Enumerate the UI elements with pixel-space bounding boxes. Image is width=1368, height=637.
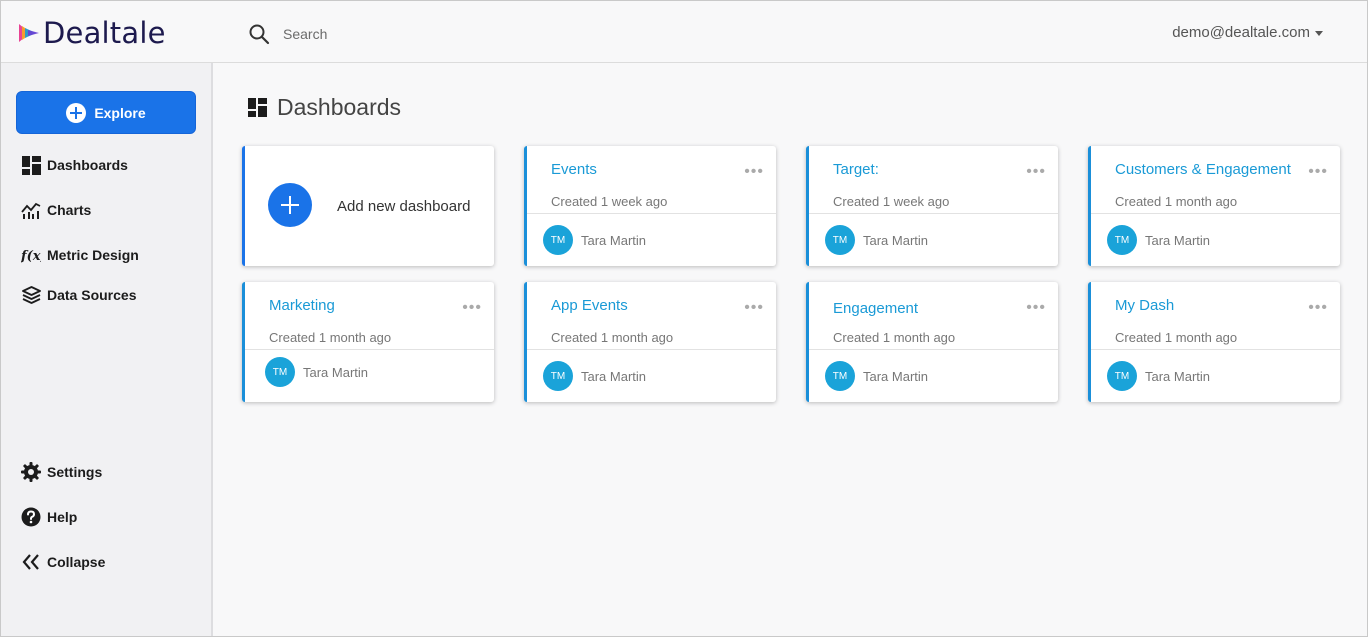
- avatar: TM: [543, 225, 573, 255]
- add-dashboard-card[interactable]: Add new dashboard: [242, 146, 494, 266]
- dashboard-title[interactable]: Events: [551, 161, 597, 178]
- svg-text:f(x): f(x): [21, 249, 41, 264]
- created-date: Created 1 week ago: [833, 194, 950, 209]
- owner-name: Tara Martin: [1145, 232, 1211, 248]
- help-icon: [21, 507, 41, 527]
- created-date: Created 1 month ago: [1115, 194, 1238, 209]
- top-bar: Dealtale demo@dealtale.com: [1, 1, 1367, 63]
- avatar: TM: [825, 361, 855, 391]
- avatar: TM: [1107, 361, 1137, 391]
- gear-icon: [21, 462, 41, 482]
- explore-label: Explore: [94, 104, 146, 121]
- card-owner: TM Tara Martin: [1107, 361, 1210, 391]
- card-owner: TM Tara Martin: [825, 361, 928, 391]
- sidebar-item-help[interactable]: Help: [21, 506, 77, 528]
- owner-name: Tara Martin: [1145, 368, 1211, 384]
- user-email: demo@dealtale.com: [1172, 24, 1310, 41]
- card-divider: [809, 349, 1058, 350]
- more-options-icon[interactable]: •••: [1026, 300, 1046, 316]
- sidebar-item-metric-design[interactable]: f(x) Metric Design: [21, 244, 139, 266]
- dashboard-icon: [21, 155, 41, 175]
- dashboard-card[interactable]: Engagement ••• Created 1 month ago TM Ta…: [806, 282, 1058, 402]
- chart-icon: [21, 200, 41, 220]
- add-circle-icon[interactable]: [268, 183, 312, 227]
- plus-circle-icon: [66, 102, 87, 123]
- sidebar-item-label: Settings: [47, 464, 103, 480]
- card-owner: TM Tara Martin: [825, 225, 928, 255]
- more-options-icon[interactable]: •••: [1308, 300, 1328, 316]
- sidebar-item-label: Metric Design: [47, 247, 139, 263]
- sidebar-item-collapse[interactable]: Collapse: [21, 551, 105, 573]
- logo-mark-icon: [19, 24, 39, 42]
- more-options-icon[interactable]: •••: [462, 300, 482, 316]
- caret-down-icon: [1315, 30, 1323, 36]
- dashboard-title[interactable]: Marketing: [269, 297, 335, 314]
- card-divider: [527, 349, 776, 350]
- double-chevron-left-icon: [21, 552, 41, 572]
- dashboard-title[interactable]: Customers & Engagement: [1115, 161, 1291, 178]
- card-owner: TM Tara Martin: [265, 357, 368, 387]
- avatar: TM: [1107, 225, 1137, 255]
- sidebar-item-label: Help: [47, 509, 78, 525]
- card-owner: TM Tara Martin: [1107, 225, 1210, 255]
- dashboard-card[interactable]: Marketing ••• Created 1 month ago TM Tar…: [242, 282, 494, 402]
- dashboard-title[interactable]: App Events: [551, 297, 628, 314]
- dashboard-card[interactable]: Customers & Engagement ••• Created 1 mon…: [1088, 146, 1340, 266]
- created-date: Created 1 month ago: [269, 330, 392, 345]
- avatar: TM: [265, 357, 295, 387]
- layers-icon: [21, 285, 41, 305]
- dashboard-card[interactable]: Events ••• Created 1 week ago TM Tara Ma…: [524, 146, 776, 266]
- owner-name: Tara Martin: [863, 368, 929, 384]
- owner-name: Tara Martin: [581, 368, 647, 384]
- created-date: Created 1 week ago: [551, 194, 668, 209]
- page-title: Dashboards: [247, 94, 401, 121]
- user-menu[interactable]: demo@dealtale.com: [1172, 24, 1323, 41]
- dashboard-title[interactable]: Engagement: [833, 300, 918, 317]
- add-dashboard-label[interactable]: Add new dashboard: [337, 198, 470, 215]
- dashboard-card[interactable]: App Events ••• Created 1 month ago TM Ta…: [524, 282, 776, 402]
- sidebar-item-dashboards[interactable]: Dashboards: [21, 154, 128, 176]
- more-options-icon[interactable]: •••: [1308, 164, 1328, 180]
- card-owner: TM Tara Martin: [543, 361, 646, 391]
- created-date: Created 1 month ago: [551, 330, 674, 345]
- owner-name: Tara Martin: [863, 232, 929, 248]
- card-divider: [809, 213, 1058, 214]
- avatar: TM: [825, 225, 855, 255]
- created-date: Created 1 month ago: [1115, 330, 1238, 345]
- avatar: TM: [543, 361, 573, 391]
- search-icon[interactable]: [248, 23, 270, 45]
- app-logo[interactable]: Dealtale: [17, 15, 166, 51]
- dashboard-title[interactable]: Target:: [833, 161, 879, 178]
- card-divider: [1091, 213, 1340, 214]
- sidebar-item-label: Dashboards: [47, 157, 128, 173]
- app-name: Dealtale: [43, 16, 166, 50]
- sidebar-item-settings[interactable]: Settings: [21, 461, 102, 483]
- sidebar-item-data-sources[interactable]: Data Sources: [21, 284, 136, 306]
- page-title-text: Dashboards: [277, 94, 402, 120]
- card-owner: TM Tara Martin: [543, 225, 646, 255]
- owner-name: Tara Martin: [581, 232, 647, 248]
- dashboard-card[interactable]: Target: ••• Created 1 week ago TM Tara M…: [806, 146, 1058, 266]
- sidebar-item-label: Charts: [47, 202, 92, 218]
- more-options-icon[interactable]: •••: [744, 300, 764, 316]
- sidebar: Explore Dashboards Charts f(x Metric Des…: [1, 63, 213, 636]
- more-options-icon[interactable]: •••: [744, 164, 764, 180]
- dashboard-title[interactable]: My Dash: [1115, 297, 1174, 314]
- explore-button[interactable]: Explore: [16, 91, 196, 134]
- dashboard-icon: [247, 98, 267, 118]
- card-divider: [1091, 349, 1340, 350]
- card-divider: [527, 213, 776, 214]
- search-input[interactable]: [275, 21, 575, 47]
- owner-name: Tara Martin: [303, 364, 369, 380]
- card-divider: [245, 349, 494, 350]
- sidebar-item-charts[interactable]: Charts: [21, 199, 91, 221]
- more-options-icon[interactable]: •••: [1026, 164, 1046, 180]
- created-date: Created 1 month ago: [833, 330, 956, 345]
- sidebar-item-label: Collapse: [47, 554, 106, 570]
- dashboard-card[interactable]: My Dash ••• Created 1 month ago TM Tara …: [1088, 282, 1340, 402]
- function-icon: f(x): [21, 245, 41, 265]
- sidebar-item-label: Data Sources: [47, 287, 137, 303]
